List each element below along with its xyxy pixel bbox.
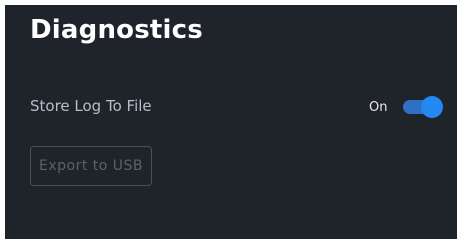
panel-title: Diagnostics	[30, 15, 203, 45]
toggle-state-label: On	[369, 100, 388, 115]
store-log-toggle[interactable]	[403, 95, 443, 119]
toggle-knob	[421, 96, 443, 118]
diagnostics-panel: Diagnostics Store Log To File On Export …	[5, 5, 457, 239]
export-to-usb-button[interactable]: Export to USB	[30, 146, 152, 186]
store-log-label: Store Log To File	[30, 97, 152, 115]
